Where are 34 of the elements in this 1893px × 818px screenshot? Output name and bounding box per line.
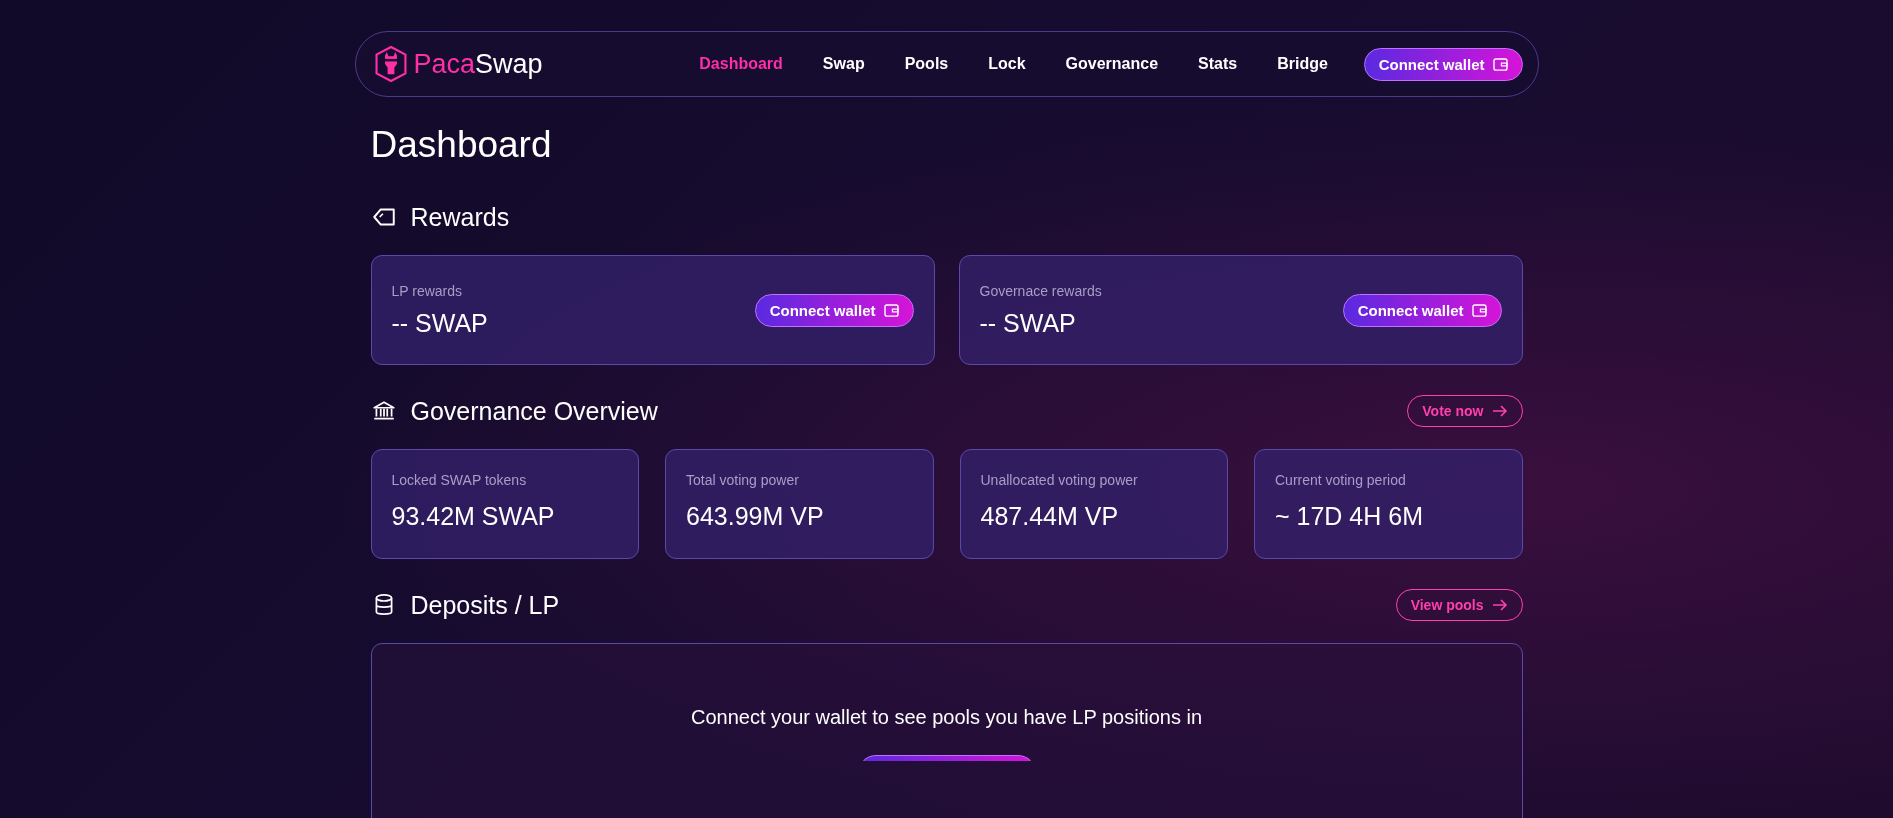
section-title: Governance Overview [410,396,658,426]
wallet-icon [1492,57,1508,71]
stat-value: 643.99M VP [686,502,825,531]
stat-value: 487.44M VP [980,502,1120,531]
card-value: -- SWAP [391,308,488,338]
connect-wallet-button[interactable]: Connect wallet [1342,293,1502,327]
stat-value: ~ 17D 4H 6M [1275,502,1424,531]
section-title: Rewards [410,202,510,232]
card-label: Governace rewards [979,282,1102,299]
page-title: Dashboard [370,123,553,167]
brand-name-suffix: Swap [475,48,543,80]
stat-label: Total voting power [686,472,800,488]
nav-tab[interactable]: Pools [904,55,949,73]
nav-tab[interactable]: Dashboard [699,55,783,73]
nav-tab[interactable]: Swap [822,55,865,73]
arrow-right-icon [1491,405,1508,417]
section-title: Deposits / LP [410,590,560,620]
wallet-icon [1471,303,1487,317]
connect-wallet-button[interactable]: Connect wallet [754,293,914,327]
stat-label: Unallocated voting power [980,472,1139,488]
stat-label: Current voting period [1275,472,1407,488]
nav-tab[interactable]: Stats [1198,55,1238,73]
nav-tab[interactable]: Governance [1065,55,1159,73]
empty-message: Connect your wallet to see pools you have LP positions in [690,706,1203,729]
wallet-icon [883,303,899,317]
nav-tab[interactable]: Lock [988,55,1026,73]
card-label: LP rewards [391,282,464,299]
brand-name: Paca [413,48,476,80]
arrow-right-icon [1491,599,1508,611]
connect-wallet-button[interactable]: Connect wallet [1363,47,1523,81]
card-value: -- SWAP [979,308,1077,338]
stat-value: 93.42M SWAP [391,502,556,531]
nav-tab[interactable]: Bridge [1277,55,1328,73]
stat-label: Locked SWAP tokens [391,472,528,488]
